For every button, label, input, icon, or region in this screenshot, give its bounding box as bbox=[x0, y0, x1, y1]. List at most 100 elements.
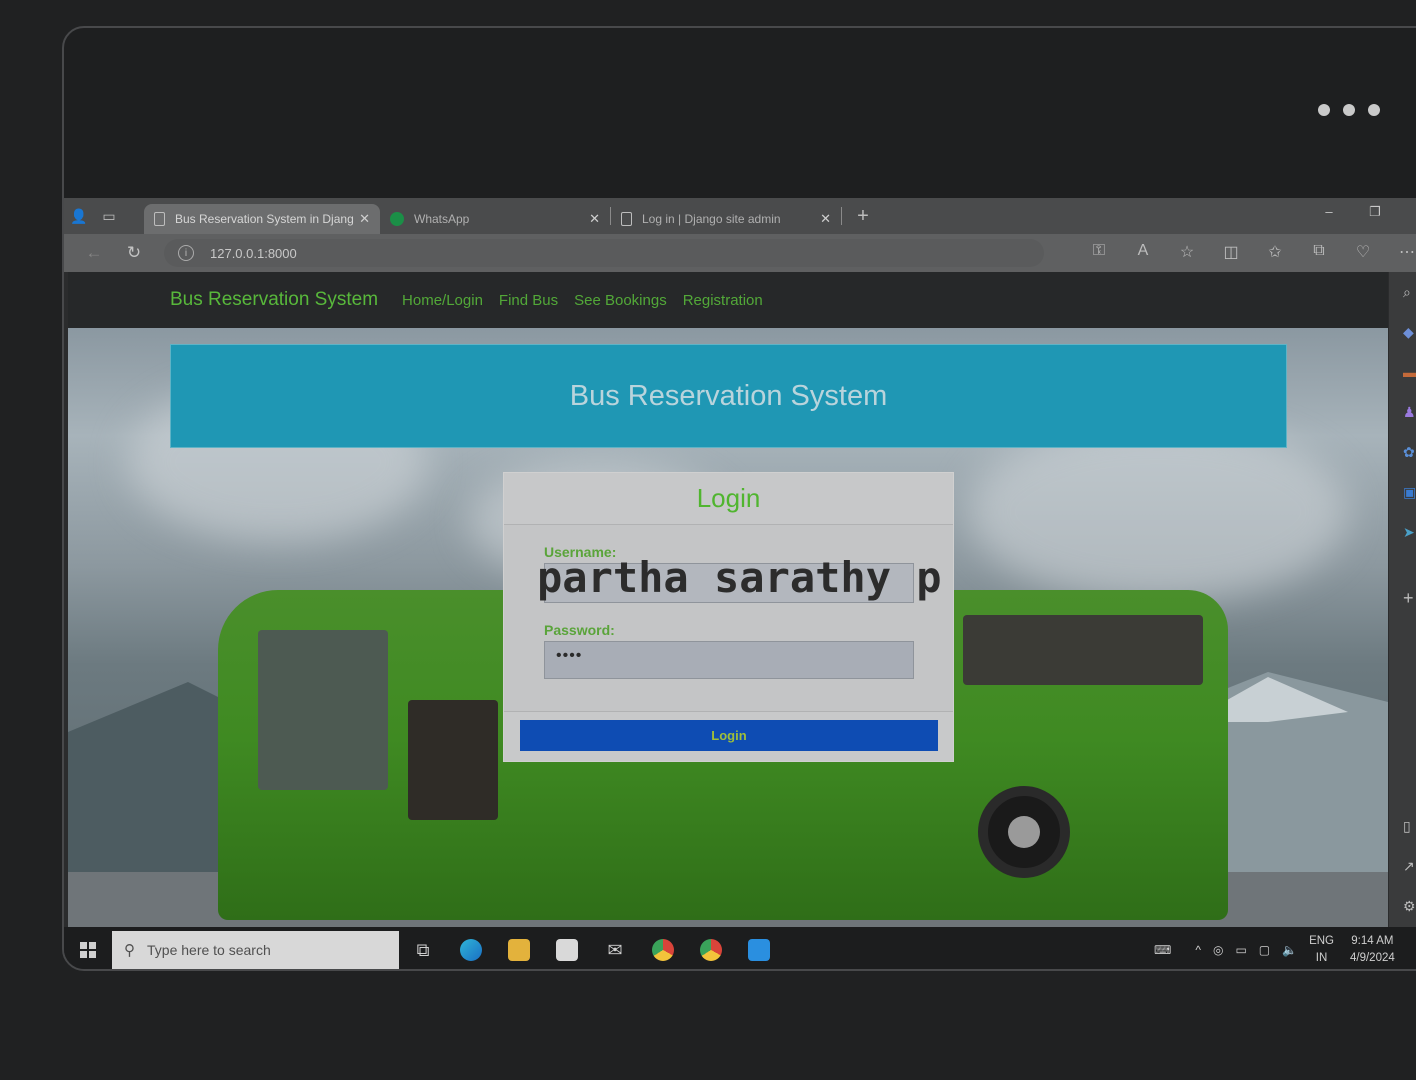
login-card-header: Login bbox=[504, 473, 953, 525]
keyboard-icon[interactable]: ⌨ bbox=[1154, 943, 1171, 957]
system-tray: ⌨ ^ ◎ ▭ ▢ 🔈 ENG IN 9:14 AM 4/9/2024 🗨 bbox=[1142, 927, 1416, 969]
tab-whatsapp[interactable]: WhatsApp ✕ bbox=[380, 204, 610, 234]
login-title: Login bbox=[696, 483, 761, 513]
window-controls: – ❐ ✕ bbox=[1306, 204, 1416, 220]
tab-django-admin[interactable]: Log in | Django site admin ✕ bbox=[611, 204, 841, 234]
settings-more-icon[interactable]: ⋯ bbox=[1394, 242, 1416, 262]
store-icon[interactable] bbox=[543, 927, 591, 969]
language-code: ENG bbox=[1309, 935, 1334, 947]
browser-toolbar: ⚿ A ☆ ◫ ✩ ⧉ ♡ ⋯ bbox=[1086, 242, 1416, 262]
password-label: Password: bbox=[544, 622, 615, 638]
hero-banner: Bus Reservation System bbox=[170, 344, 1287, 448]
tab-label: Bus Reservation System in Djang bbox=[175, 212, 354, 226]
favorite-star-icon[interactable]: ☆ bbox=[1174, 242, 1200, 262]
key-icon[interactable]: ⚿ bbox=[1086, 242, 1112, 262]
username-value: partha sarathy p bbox=[537, 553, 942, 602]
bus-door bbox=[408, 700, 498, 820]
reload-button[interactable]: ↻ bbox=[114, 243, 154, 263]
nav-registration[interactable]: Registration bbox=[683, 292, 763, 309]
language-indicator[interactable]: ENG IN bbox=[1309, 933, 1334, 967]
document-icon bbox=[154, 212, 165, 226]
battery-icon[interactable]: ▭ bbox=[1235, 943, 1246, 957]
start-button[interactable] bbox=[64, 927, 112, 969]
url-field[interactable]: i 127.0.0.1:8000 bbox=[164, 239, 1044, 267]
site-info-icon[interactable]: i bbox=[178, 245, 194, 261]
add-icon[interactable]: + bbox=[1403, 588, 1414, 609]
login-card: Login Username: partha sarathy p Passwor… bbox=[503, 472, 954, 762]
nav-find-bus[interactable]: Find Bus bbox=[499, 292, 558, 309]
login-card-footer: Login bbox=[504, 711, 953, 761]
browser-tab-strip: 👤 ▭ Bus Reservation System in Djang ✕ Wh… bbox=[64, 198, 1416, 234]
show-hidden-icons-icon[interactable]: ^ bbox=[1195, 943, 1201, 957]
restore-button[interactable]: ❐ bbox=[1352, 204, 1398, 220]
banner-title: Bus Reservation System bbox=[569, 379, 888, 412]
page-viewport: Bus Reservation System Home/Login Find B… bbox=[68, 272, 1388, 927]
close-tab-icon[interactable]: ✕ bbox=[359, 211, 370, 227]
password-mask: •••• bbox=[556, 647, 583, 664]
document-icon bbox=[621, 212, 632, 226]
tab-label: WhatsApp bbox=[414, 212, 470, 226]
minimize-button[interactable]: – bbox=[1306, 204, 1352, 220]
search-icon: ⚲ bbox=[124, 942, 135, 959]
bus-wheel bbox=[978, 786, 1070, 878]
favorites-icon[interactable]: ✩ bbox=[1262, 242, 1288, 262]
login-button[interactable]: Login bbox=[520, 720, 938, 751]
sidebar-settings-icon[interactable]: ⚙ bbox=[1403, 898, 1416, 915]
more-options-icon[interactable] bbox=[1318, 104, 1380, 116]
clock-time: 9:14 AM bbox=[1351, 935, 1394, 947]
close-tab-icon[interactable]: ✕ bbox=[820, 211, 831, 227]
nav-see-bookings[interactable]: See Bookings bbox=[574, 292, 667, 309]
tab-bus-reservation[interactable]: Bus Reservation System in Djang ✕ bbox=[144, 204, 380, 234]
send-icon[interactable]: ➤ bbox=[1403, 524, 1415, 541]
brand-link[interactable]: Bus Reservation System bbox=[170, 289, 378, 311]
edge-sidebar: ⌕ ◆ ▬ ♟ ✿ ▣ ➤ + ▯ ↗ ⚙ bbox=[1389, 272, 1416, 927]
windows-taskbar: ⚲ Type here to search ⧉ ✉ ⌨ ^ ◎ ▭ ▢ 🔈 EN… bbox=[64, 927, 1416, 969]
background-cloud bbox=[968, 422, 1348, 602]
nav-home-login[interactable]: Home/Login bbox=[402, 292, 483, 309]
taskbar-search[interactable]: ⚲ Type here to search bbox=[112, 931, 399, 969]
windows-logo-icon bbox=[80, 942, 96, 958]
address-bar-row: ← ↻ i 127.0.0.1:8000 ⚿ A ☆ ◫ ✩ ⧉ ♡ ⋯ bbox=[64, 234, 1416, 272]
sidebar-toggle-icon[interactable]: ▯ bbox=[1403, 818, 1411, 835]
vscode-icon[interactable] bbox=[735, 927, 783, 969]
toolbox-icon[interactable]: ▬ bbox=[1403, 364, 1416, 380]
region-code: IN bbox=[1315, 952, 1328, 964]
bus-windshield bbox=[258, 630, 388, 790]
new-tab-button[interactable]: + bbox=[848, 204, 878, 228]
device-frame: 👤 ▭ Bus Reservation System in Djang ✕ Wh… bbox=[62, 26, 1416, 971]
volume-icon[interactable]: 🔈 bbox=[1282, 943, 1297, 957]
read-aloud-icon[interactable]: A bbox=[1130, 242, 1156, 262]
people-icon[interactable]: ♟ bbox=[1403, 404, 1416, 421]
password-input[interactable] bbox=[544, 641, 914, 679]
edge-icon[interactable] bbox=[447, 927, 495, 969]
screen: 👤 ▭ Bus Reservation System in Djang ✕ Wh… bbox=[64, 198, 1416, 969]
collections-icon[interactable]: ⧉ bbox=[1306, 242, 1332, 262]
task-view-icon[interactable]: ⧉ bbox=[399, 927, 447, 969]
tag-icon[interactable]: ◆ bbox=[1403, 324, 1414, 341]
whatsapp-icon bbox=[390, 212, 404, 226]
clock-date: 4/9/2024 bbox=[1350, 952, 1395, 964]
close-tab-icon[interactable]: ✕ bbox=[589, 211, 600, 227]
file-explorer-icon[interactable] bbox=[495, 927, 543, 969]
search-icon[interactable]: ⌕ bbox=[1403, 284, 1411, 301]
network-icon[interactable]: ▢ bbox=[1259, 943, 1270, 957]
bus-side-window bbox=[963, 615, 1203, 685]
tab-actions-icon[interactable]: ▭ bbox=[94, 204, 124, 228]
meet-now-icon[interactable]: ◎ bbox=[1213, 943, 1223, 957]
close-window-button[interactable]: ✕ bbox=[1398, 204, 1416, 220]
external-link-icon[interactable]: ↗ bbox=[1403, 858, 1415, 875]
chrome-icon[interactable] bbox=[639, 927, 687, 969]
chrome-profile-icon[interactable] bbox=[687, 927, 735, 969]
office-icon[interactable]: ✿ bbox=[1403, 444, 1415, 461]
search-placeholder: Type here to search bbox=[147, 942, 271, 958]
outlook-icon[interactable]: ▣ bbox=[1403, 484, 1416, 501]
profile-icon[interactable]: 👤 bbox=[64, 204, 94, 228]
site-navbar: Bus Reservation System Home/Login Find B… bbox=[68, 272, 1388, 328]
split-screen-icon[interactable]: ◫ bbox=[1218, 242, 1244, 262]
browser-essentials-icon[interactable]: ♡ bbox=[1350, 242, 1376, 262]
back-button[interactable]: ← bbox=[74, 243, 114, 263]
url-text: 127.0.0.1:8000 bbox=[210, 245, 297, 261]
clock[interactable]: 9:14 AM 4/9/2024 bbox=[1350, 933, 1395, 967]
mail-icon[interactable]: ✉ bbox=[591, 927, 639, 969]
tab-separator bbox=[841, 207, 842, 225]
